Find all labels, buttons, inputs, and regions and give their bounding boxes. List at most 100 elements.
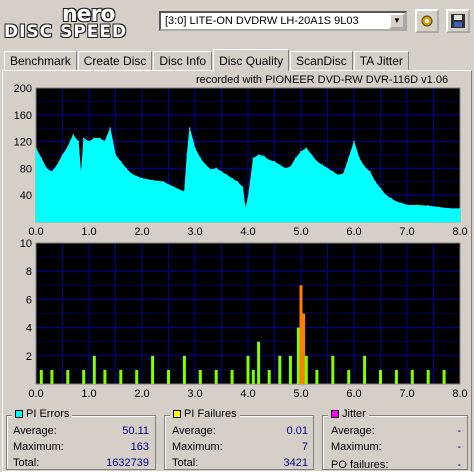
pi-errors-point [186,154,188,156]
failures-chart-y-tick-label: 4 [26,323,32,335]
pi-errors-point [241,186,244,188]
pi-errors-swatch [15,410,23,418]
pi-failures-title: PI Failures [170,408,240,420]
pi-errors-point [337,174,339,176]
pi-errors-point [199,157,202,160]
failures-chart-x-tick-label: 8.0 [452,388,467,400]
pi-errors-point [358,157,361,160]
pi-failures-bar [296,327,300,384]
pi-errors-point [326,167,329,170]
pi-errors-point [220,170,223,173]
speed-chart-x-tick-label: 0.0 [28,226,43,238]
pi-errors-point [82,137,85,140]
pi-errors-point [374,181,377,183]
speed-chart-x-tick-label: 6.0 [346,226,361,238]
pi-failures-bar [167,369,170,384]
pi-errors-point [406,204,408,207]
pi-failures-total-label: Total: [172,457,199,469]
failures-chart-x-tick-label: 2.0 [134,388,149,400]
pi-errors-total-label: Total: [13,457,40,469]
speed-chart-x-tick-label: 8.0 [452,226,467,238]
jitter-maximum: Maximum: - [331,441,461,453]
pi-errors-point [347,157,350,160]
failures-chart-x-tick-label: 1.0 [81,388,96,400]
pi-failures-average-value: 0.01 [286,425,308,437]
pi-errors-point [231,177,233,180]
pi-errors-title: PI Errors [12,408,73,420]
pi-errors-point [353,140,355,143]
speed-chart-x-tick-label: 3.0 [187,226,202,238]
pi-errors-point [416,204,419,207]
pi-errors-point [427,205,430,207]
pi-errors-point [125,167,127,170]
pi-errors-point [72,134,74,136]
speed-chart-x-tick-label: 7.0 [399,226,414,238]
pi-failures-total-value: 3421 [283,457,308,469]
pi-errors-point [310,154,313,156]
pi-failures-bar [278,355,282,384]
pi-failures-bar [315,369,319,384]
speed-chart-y-tick-label: 120 [14,137,32,149]
pi-failures-bar [66,369,70,384]
pi-failures-bar [288,355,292,384]
pi-errors-point [244,207,247,210]
pi-errors-point [321,164,324,166]
pi-errors-point [183,191,186,193]
pi-errors-point [263,155,265,158]
pi-errors-point [204,164,207,166]
failures-chart-x-tick-label: 4.0 [240,388,255,400]
pi-errors-point [51,170,53,173]
tab-disc-quality[interactable]: Disc Quality [213,49,290,71]
pi-failures-bar [92,355,96,384]
pi-failures-bar [394,369,398,384]
pi-errors-point [226,174,228,176]
pi-errors-point [448,207,451,210]
pi-errors-point [194,147,196,150]
pi-failures-bar [442,369,446,384]
pi-errors-point [215,167,217,170]
speed-chart-x-tick-label: 4.0 [240,226,255,238]
pi-errors-point [93,137,96,140]
jitter-maximum-label: Maximum: [331,441,382,453]
po-failures: PO failures: - [331,459,461,471]
pi-errors-point [294,157,297,160]
pi-errors-point [400,202,403,205]
pi-failures-bar [267,369,271,384]
pi-errors-point [130,172,133,175]
pi-failures-bar [151,355,155,384]
pi-failures-bar [251,369,255,384]
pi-failures-bar [135,369,139,384]
pi-failures-total: Total: 3421 [172,457,308,469]
pi-errors-point [80,174,82,176]
pi-failures-maximum: Maximum: 7 [172,441,308,453]
speed-chart-y-tick-label: 200 [14,83,32,95]
pi-errors-point [98,137,101,140]
jitter-average-label: Average: [331,425,375,437]
pi-errors-point [379,187,382,190]
speed-chart-x-tick-label: 2.0 [134,226,149,238]
pi-errors-point [141,177,143,180]
pi-errors-point [35,147,37,150]
pi-errors-point [395,201,398,203]
failures-chart-x-tick-label: 0.0 [28,388,43,400]
pi-errors-point [390,197,392,200]
pi-errors-average: Average: 50.11 [13,425,149,437]
pi-failures-maximum-label: Maximum: [172,441,223,453]
pi-failures-bar [214,369,218,384]
pi-errors-point [188,127,191,129]
jitter-title: Jitter [328,408,369,420]
failures-chart-y-tick-label: 8 [26,266,32,278]
pi-errors-point [363,166,366,168]
jitter-maximum-value: - [457,441,461,453]
pi-errors-point [104,140,106,143]
pi-failures-swatch [173,410,181,418]
pi-errors-point [67,146,69,148]
pi-errors-point [342,172,345,175]
pi-errors-point [109,127,111,129]
pi-errors-point [210,168,212,171]
pi-failures-title-text: PI Failures [184,408,237,420]
pi-failures-bar [410,369,414,384]
pi-errors-total: Total: 1632739 [13,457,149,469]
pi-errors-point [332,170,334,173]
pi-errors-point [114,154,117,156]
